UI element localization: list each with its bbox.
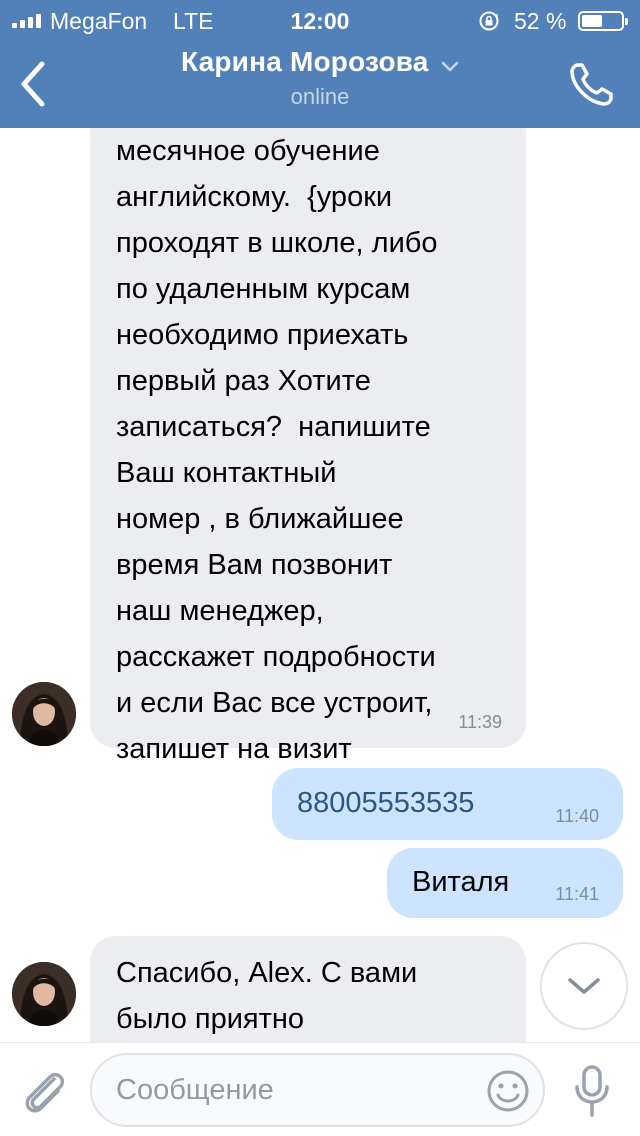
emoji-button[interactable] xyxy=(486,1069,530,1113)
message-time: 11:39 xyxy=(458,712,502,732)
message-text: месячное обучение английскому. {уроки пр… xyxy=(116,135,438,765)
battery-icon xyxy=(578,11,628,31)
chevron-down-icon xyxy=(441,61,459,72)
avatar-photo xyxy=(12,682,76,746)
outgoing-message[interactable]: 88005553535 11:40 xyxy=(272,768,623,840)
phone-icon xyxy=(570,63,613,106)
microphone-icon xyxy=(575,1065,609,1117)
back-arrow-icon xyxy=(21,61,45,107)
status-bar: MegaFon LTE 12:00 52 % xyxy=(0,0,640,40)
rotation-lock-icon xyxy=(479,11,499,31)
message-composer xyxy=(0,1042,640,1136)
avatar[interactable] xyxy=(12,962,76,1026)
message-input[interactable] xyxy=(90,1053,545,1127)
outgoing-message[interactable]: Виталя 11:41 xyxy=(387,848,623,918)
message-text: Спасибо, Alex. С вами было приятно xyxy=(116,957,418,1035)
message-time: 11:41 xyxy=(555,884,599,904)
chat-screen: MegaFon LTE 12:00 52 % Карина Морозова o… xyxy=(0,0,640,1136)
emoji-icon xyxy=(487,1070,529,1112)
chat-header: MegaFon LTE 12:00 52 % Карина Морозова o… xyxy=(0,0,640,128)
battery-fill xyxy=(582,15,602,27)
battery-percentage: 52 % xyxy=(514,8,567,34)
chevron-down-icon xyxy=(568,978,600,994)
back-button[interactable] xyxy=(14,58,54,110)
avatar-photo xyxy=(12,962,76,1026)
incoming-message[interactable]: месячное обучение английскому. {уроки пр… xyxy=(90,128,526,765)
voice-message-button[interactable] xyxy=(574,1063,610,1119)
call-button[interactable] xyxy=(568,60,616,108)
contact-status: online xyxy=(290,84,350,109)
message-list[interactable]: месячное обучение английскому. {уроки пр… xyxy=(0,128,640,1042)
contact-name: Карина Морозова xyxy=(180,46,429,77)
contact-title[interactable]: Карина Морозова online xyxy=(120,46,520,110)
paperclip-icon xyxy=(25,1072,65,1113)
incoming-message[interactable]: Спасибо, Alex. С вами было приятно xyxy=(90,936,526,1042)
scroll-to-bottom-button[interactable] xyxy=(540,942,628,1030)
avatar[interactable] xyxy=(12,682,76,746)
attach-button[interactable] xyxy=(20,1063,70,1119)
message-time: 11:40 xyxy=(555,806,599,826)
